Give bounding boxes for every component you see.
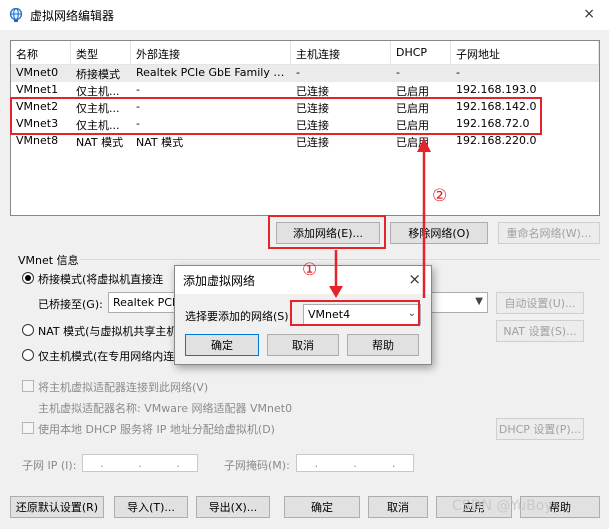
adapter-name-label: 主机虚拟适配器名称: VMware 网络适配器 VMnet0 [38,402,293,415]
cell-name: VMnet0 [16,66,59,79]
column-header-external[interactable]: 外部连接 [131,41,291,64]
nat-mode-radio[interactable] [22,324,34,336]
annotation-step-one: ① [302,260,318,280]
dialog-title: 添加虚拟网络 [183,273,256,288]
window-title: 虚拟网络编辑器 [30,8,115,23]
table-row[interactable]: VMnet8 NAT 模式 NAT 模式 已连接 已启用 192.168.220… [11,133,599,150]
dialog-ok-button[interactable]: 确定 [185,334,259,356]
nat-settings-button[interactable]: NAT 设置(S)... [496,320,584,342]
close-icon[interactable]: × [583,6,595,22]
ip-dot: . [138,456,142,470]
use-dhcp-label: 使用本地 DHCP 服务将 IP 地址分配给虚拟机(D) [38,423,275,436]
cell-dhcp: 已启用 [396,136,429,149]
annotation-step-two: ② [432,186,448,206]
restore-defaults-button[interactable]: 还原默认设置(R) [10,496,104,518]
cell-host: - [296,66,300,79]
title-bar: 虚拟网络编辑器 × [0,0,609,30]
cell-external: Realtek PCIe GbE Family Co... [136,66,291,79]
annotation-box-select [290,300,420,326]
vmnet-info-label: VMnet 信息 [18,254,79,267]
ip-dot: . [391,456,396,470]
table-header: 名称 类型 外部连接 主机连接 DHCP 子网地址 [11,41,599,65]
bridged-mode-label: 桥接模式(将虚拟机直接连 [38,273,164,286]
rename-network-button[interactable]: 重命名网络(W)... [498,222,600,244]
bridged-mode-radio[interactable] [22,272,34,284]
group-divider [80,259,600,260]
subnet-ip-field[interactable]: . . . [82,454,198,472]
host-only-radio[interactable] [22,349,34,361]
subnet-mask-label: 子网掩码(M): [224,459,290,472]
bridged-to-label: 已桥接至(G): [38,298,103,311]
dialog-help-button[interactable]: 帮助 [347,334,419,356]
import-button[interactable]: 导入(T)... [114,496,188,518]
chevron-down-icon: ▼ [475,296,483,307]
annotation-box-add-button [268,215,386,249]
dialog-select-label: 选择要添加的网络(S): [185,310,293,323]
dialog-close-icon[interactable]: × [408,270,421,288]
cell-subnet: - [456,66,460,79]
remove-network-button[interactable]: 移除网络(O) [390,222,488,244]
export-button[interactable]: 导出(X)... [196,496,270,518]
cell-dhcp: - [396,66,400,79]
column-header-dhcp[interactable]: DHCP [391,41,451,64]
cell-subnet: 192.168.220.0 [456,134,537,147]
subnet-mask-field[interactable]: . . . [296,454,414,472]
cell-external: NAT 模式 [136,136,184,149]
dhcp-settings-button[interactable]: DHCP 设置(P)... [496,418,584,440]
ip-dot: . [314,456,319,470]
ip-dot: . [353,456,357,470]
dialog-cancel-button[interactable]: 取消 [267,334,339,356]
column-header-type[interactable]: 类型 [71,41,131,64]
nat-mode-label: NAT 模式(与虚拟机共享主机 [38,325,178,338]
cell-host: 已连接 [296,136,329,149]
host-only-label: 仅主机模式(在专用网络内连 [38,350,175,363]
cancel-button[interactable]: 取消 [368,496,428,518]
column-header-subnet[interactable]: 子网地址 [451,41,599,64]
bridged-to-value: Realtek PCIe [113,296,182,309]
annotation-box-rows [10,97,542,135]
cell-type: 桥接模式 [76,68,120,81]
subnet-ip-label: 子网 IP (I): [22,459,77,472]
table-row[interactable]: VMnet0 桥接模式 Realtek PCIe GbE Family Co..… [11,65,599,82]
connect-adapter-checkbox[interactable] [22,380,34,392]
ip-dot: . [176,456,180,470]
globe-network-icon [9,7,23,22]
column-header-host[interactable]: 主机连接 [291,41,391,64]
use-dhcp-checkbox[interactable] [22,422,34,434]
auto-settings-button[interactable]: 自动设置(U)... [496,292,584,314]
cell-type: NAT 模式 [76,136,124,149]
connect-adapter-label: 将主机虚拟适配器连接到此网络(V) [38,381,209,394]
column-header-name[interactable]: 名称 [11,41,71,64]
ok-button[interactable]: 确定 [284,496,360,518]
watermark: CSDN @YuBoy [452,498,553,514]
ip-dot: . [100,456,104,470]
cell-name: VMnet8 [16,134,59,147]
